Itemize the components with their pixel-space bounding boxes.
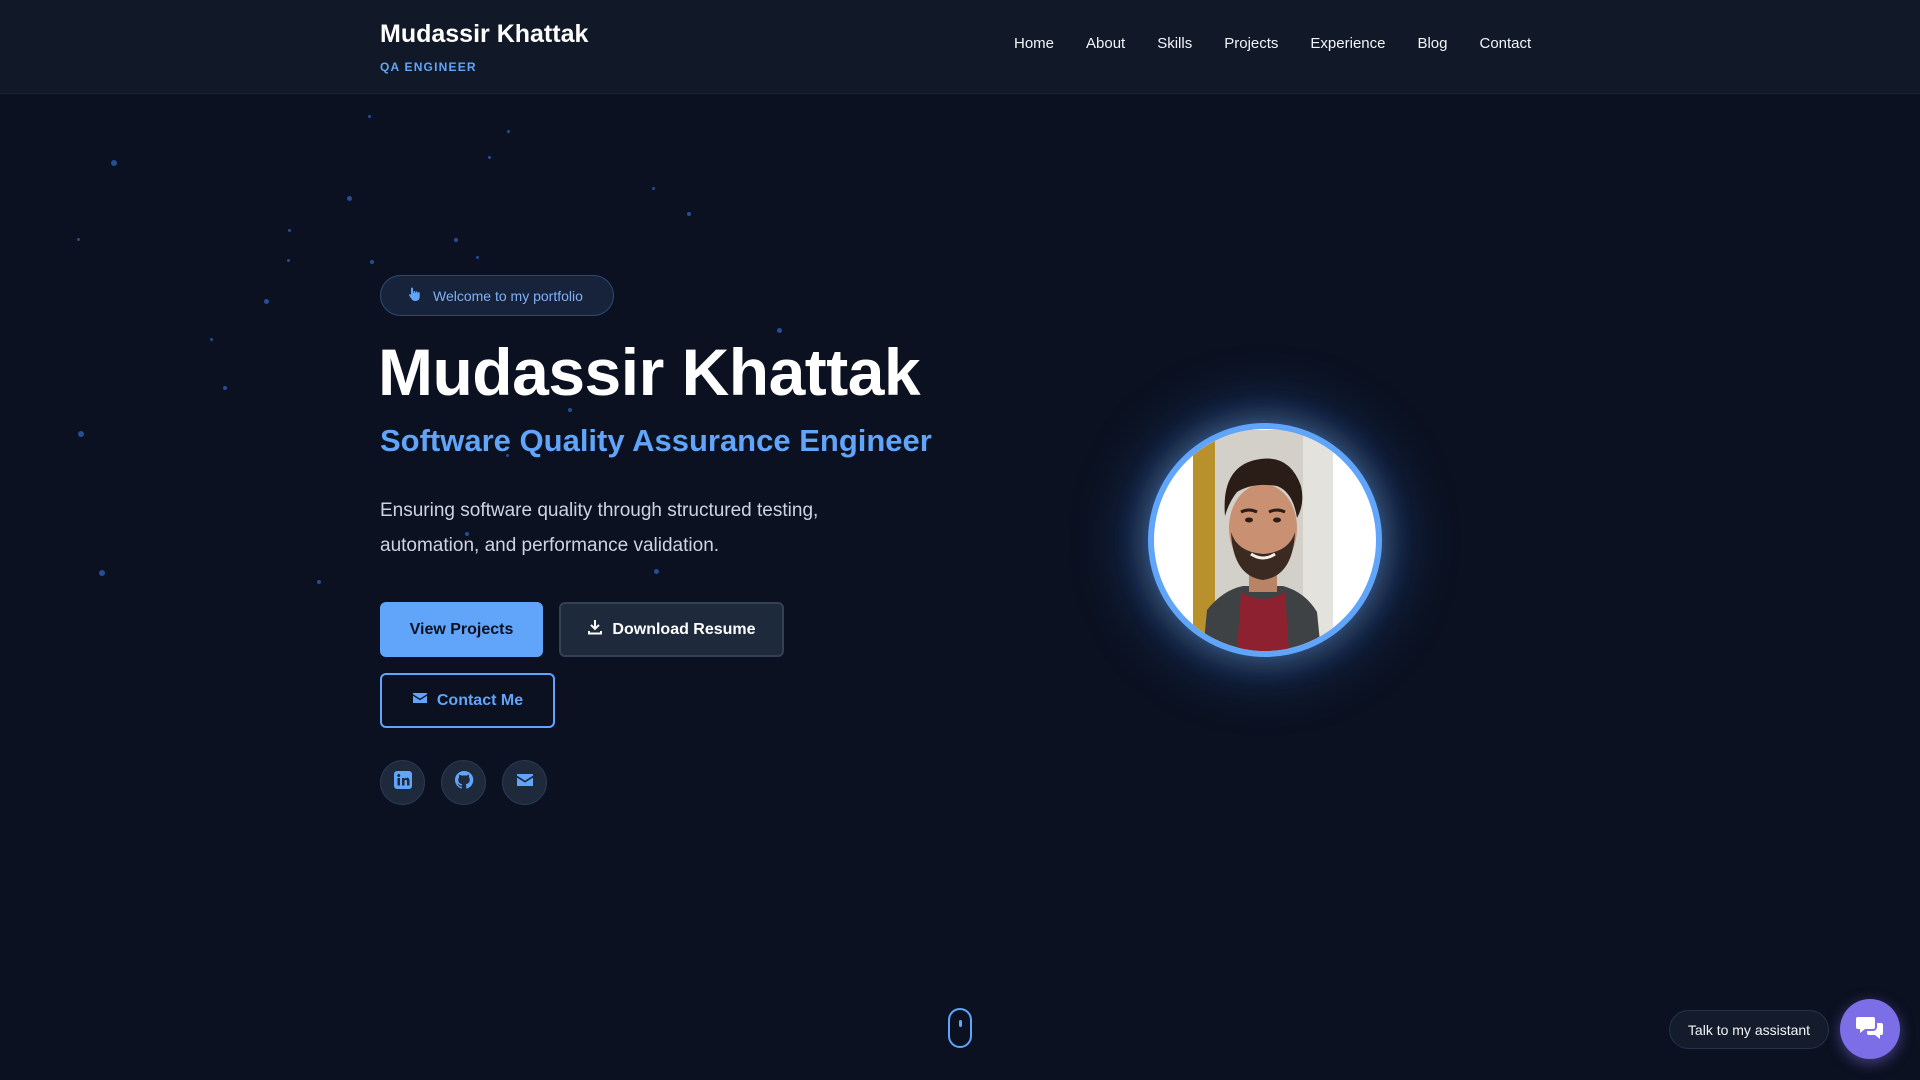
assistant-label[interactable]: Talk to my assistant — [1669, 1010, 1829, 1049]
github-link[interactable] — [441, 760, 486, 805]
envelope-icon — [412, 690, 428, 711]
assistant-label-text: Talk to my assistant — [1687, 1021, 1811, 1038]
email-link[interactable] — [502, 760, 547, 805]
nav-item-blog[interactable]: Blog — [1417, 35, 1447, 52]
download-icon — [587, 619, 603, 640]
nav-item-projects[interactable]: Projects — [1224, 35, 1278, 52]
envelope-icon — [515, 770, 535, 795]
github-icon — [454, 770, 474, 795]
welcome-badge-label: Welcome to my portfolio — [433, 287, 583, 304]
view-projects-button[interactable]: View Projects — [380, 602, 543, 657]
brand[interactable]: Mudassir Khattak QA ENGINEER — [380, 20, 588, 74]
linkedin-icon — [393, 770, 413, 795]
hand-pointer-icon — [407, 286, 423, 305]
hero-description: Ensuring software quality through struct… — [380, 500, 819, 556]
brand-role: QA ENGINEER — [380, 60, 477, 74]
nav-item-skills[interactable]: Skills — [1157, 35, 1192, 52]
main-nav: Home About Skills Projects Experience Bl… — [1014, 35, 1531, 52]
nav-item-about[interactable]: About — [1086, 35, 1125, 52]
site-header: Mudassir Khattak QA ENGINEER Home About … — [0, 0, 1920, 94]
brand-name: Mudassir Khattak — [380, 20, 589, 48]
hero-role: Software Quality Assurance Engineer — [380, 423, 932, 458]
welcome-badge: Welcome to my portfolio — [380, 275, 614, 316]
contact-me-button[interactable]: Contact Me — [380, 673, 555, 728]
view-projects-label: View Projects — [409, 620, 514, 638]
nav-item-home[interactable]: Home — [1014, 35, 1054, 52]
social-links — [380, 760, 547, 805]
linkedin-link[interactable] — [380, 760, 425, 805]
profile-photo-image — [1193, 430, 1333, 651]
scroll-down-indicator[interactable] — [948, 1008, 972, 1048]
download-resume-button[interactable]: Download Resume — [559, 602, 784, 657]
download-resume-label: Download Resume — [612, 620, 756, 638]
contact-me-label: Contact Me — [436, 691, 524, 709]
nav-item-experience[interactable]: Experience — [1310, 35, 1385, 52]
assistant-chat-button[interactable] — [1840, 999, 1900, 1059]
nav-item-contact[interactable]: Contact — [1480, 35, 1532, 52]
profile-photo — [1148, 423, 1382, 657]
chat-bubbles-icon — [1855, 1012, 1885, 1047]
hero-name: Mudassir Khattak — [378, 335, 921, 409]
